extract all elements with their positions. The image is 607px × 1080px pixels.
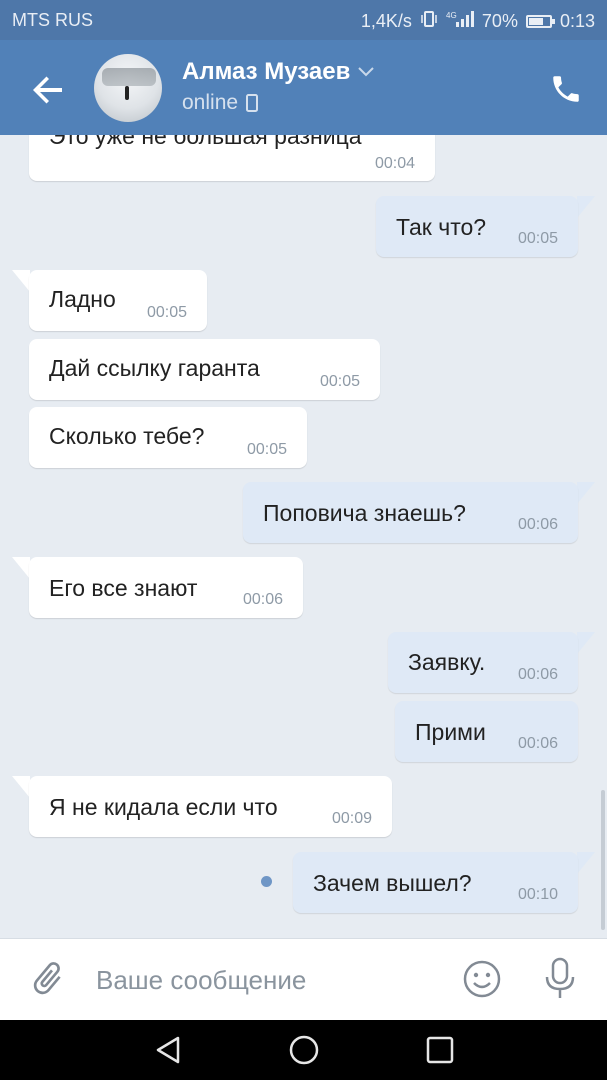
- unread-indicator: [261, 876, 272, 887]
- message-text: Ладно: [49, 286, 116, 312]
- status-bar: MTS RUS 1,4K/s 4G 70% 0:13: [0, 0, 607, 40]
- message-text: Сколько тебе?: [49, 423, 205, 449]
- message-list[interactable]: Это уже не большая разница 00:04 Так что…: [0, 135, 607, 938]
- nav-home-button[interactable]: [288, 1034, 320, 1066]
- nav-recents-button[interactable]: [424, 1034, 456, 1066]
- message-bubble-incoming[interactable]: Ладно 00:05: [29, 270, 207, 331]
- vibrate-icon: [420, 10, 438, 33]
- message-bubble-incoming[interactable]: Его все знают 00:06: [29, 557, 303, 618]
- bubble-tail: [12, 270, 30, 292]
- message-time: 00:06: [517, 516, 558, 533]
- scrollbar[interactable]: [601, 790, 605, 930]
- message-text: Это уже не большая разница: [49, 135, 362, 149]
- message-bubble-incoming[interactable]: Дай ссылку гаранта 00:05: [29, 339, 380, 400]
- phone-icon: [553, 76, 579, 102]
- message-composer: Ваше сообщение: [0, 938, 607, 1021]
- bubble-tail: [577, 632, 595, 654]
- emoji-button[interactable]: [462, 959, 502, 999]
- status-text: online: [182, 91, 239, 114]
- message-text: Прими: [415, 719, 486, 745]
- nav-back-button[interactable]: [152, 1034, 184, 1066]
- back-button[interactable]: [28, 70, 68, 110]
- message-time: 00:06: [517, 666, 558, 683]
- bubble-tail: [12, 557, 30, 579]
- message-time: 00:05: [517, 230, 558, 247]
- message-time: 00:05: [146, 304, 187, 321]
- message-text: Зачем вышел?: [313, 870, 472, 896]
- avatar[interactable]: [94, 54, 162, 122]
- nav-home-icon: [289, 1035, 319, 1065]
- nav-back-icon: [156, 1036, 180, 1064]
- message-time: 00:06: [242, 591, 283, 608]
- message-bubble-incoming[interactable]: Это уже не большая разница 00:04: [29, 135, 435, 181]
- message-time: 00:04: [374, 155, 415, 172]
- contact-status: online: [182, 91, 259, 115]
- status-bar-right: 1,4K/s 4G 70% 0:13: [361, 10, 595, 33]
- message-bubble-outgoing[interactable]: Поповича знаешь? 00:06: [243, 482, 578, 543]
- system-nav-bar: [0, 1020, 607, 1080]
- message-bubble-outgoing[interactable]: Зачем вышел? 00:10: [293, 852, 578, 913]
- contact-name-row[interactable]: Алмаз Музаев: [182, 58, 375, 86]
- back-arrow-icon: [33, 76, 62, 104]
- message-bubble-outgoing[interactable]: Заявку. 00:06: [388, 632, 578, 693]
- bubble-tail: [577, 482, 595, 504]
- message-time: 00:06: [517, 735, 558, 752]
- mic-icon: [545, 957, 575, 998]
- attach-button[interactable]: [28, 959, 68, 999]
- carrier-label: MTS RUS: [12, 10, 93, 30]
- call-button[interactable]: [549, 72, 583, 106]
- emoji-icon: [463, 960, 501, 998]
- message-bubble-incoming[interactable]: Я не кидала если что 00:09: [29, 776, 392, 837]
- device-icon: [246, 94, 259, 112]
- message-text: Его все знают: [49, 575, 198, 601]
- message-bubble-outgoing[interactable]: Прими 00:06: [395, 701, 578, 762]
- message-input[interactable]: Ваше сообщение: [96, 965, 306, 996]
- attach-icon: [33, 962, 61, 995]
- message-text: Дай ссылку гаранта: [49, 355, 260, 381]
- signal-icon: 4G: [446, 10, 474, 33]
- network-speed: 1,4K/s: [360, 11, 412, 31]
- voice-message-button[interactable]: [542, 957, 578, 1001]
- message-time: 00:05: [246, 441, 287, 458]
- chat-header: Алмаз Музаев online: [0, 40, 607, 135]
- avatar-person: [125, 86, 129, 100]
- message-time: 00:05: [319, 373, 360, 390]
- message-bubble-incoming[interactable]: Сколько тебе? 00:05: [29, 407, 307, 468]
- bubble-tail: [12, 776, 30, 798]
- avatar-trees: [102, 68, 156, 86]
- bubble-tail: [577, 196, 595, 218]
- message-time: 00:10: [517, 886, 558, 903]
- message-text: Так что?: [396, 214, 487, 240]
- battery-percent: 70%: [481, 11, 518, 31]
- battery-icon: [525, 15, 555, 28]
- clock: 0:13: [559, 11, 595, 31]
- message-text: Поповича знаешь?: [263, 500, 466, 526]
- bubble-tail: [577, 852, 595, 874]
- message-text: Заявку.: [408, 649, 486, 675]
- message-bubble-outgoing[interactable]: Так что? 00:05: [376, 196, 578, 257]
- network-type: 4G: [446, 11, 457, 20]
- nav-recents-icon: [426, 1036, 454, 1064]
- chevron-down-icon: [358, 67, 375, 77]
- message-time: 00:09: [331, 810, 372, 827]
- message-text: Я не кидала если что: [49, 794, 278, 820]
- contact-name: Алмаз Музаев: [182, 58, 351, 85]
